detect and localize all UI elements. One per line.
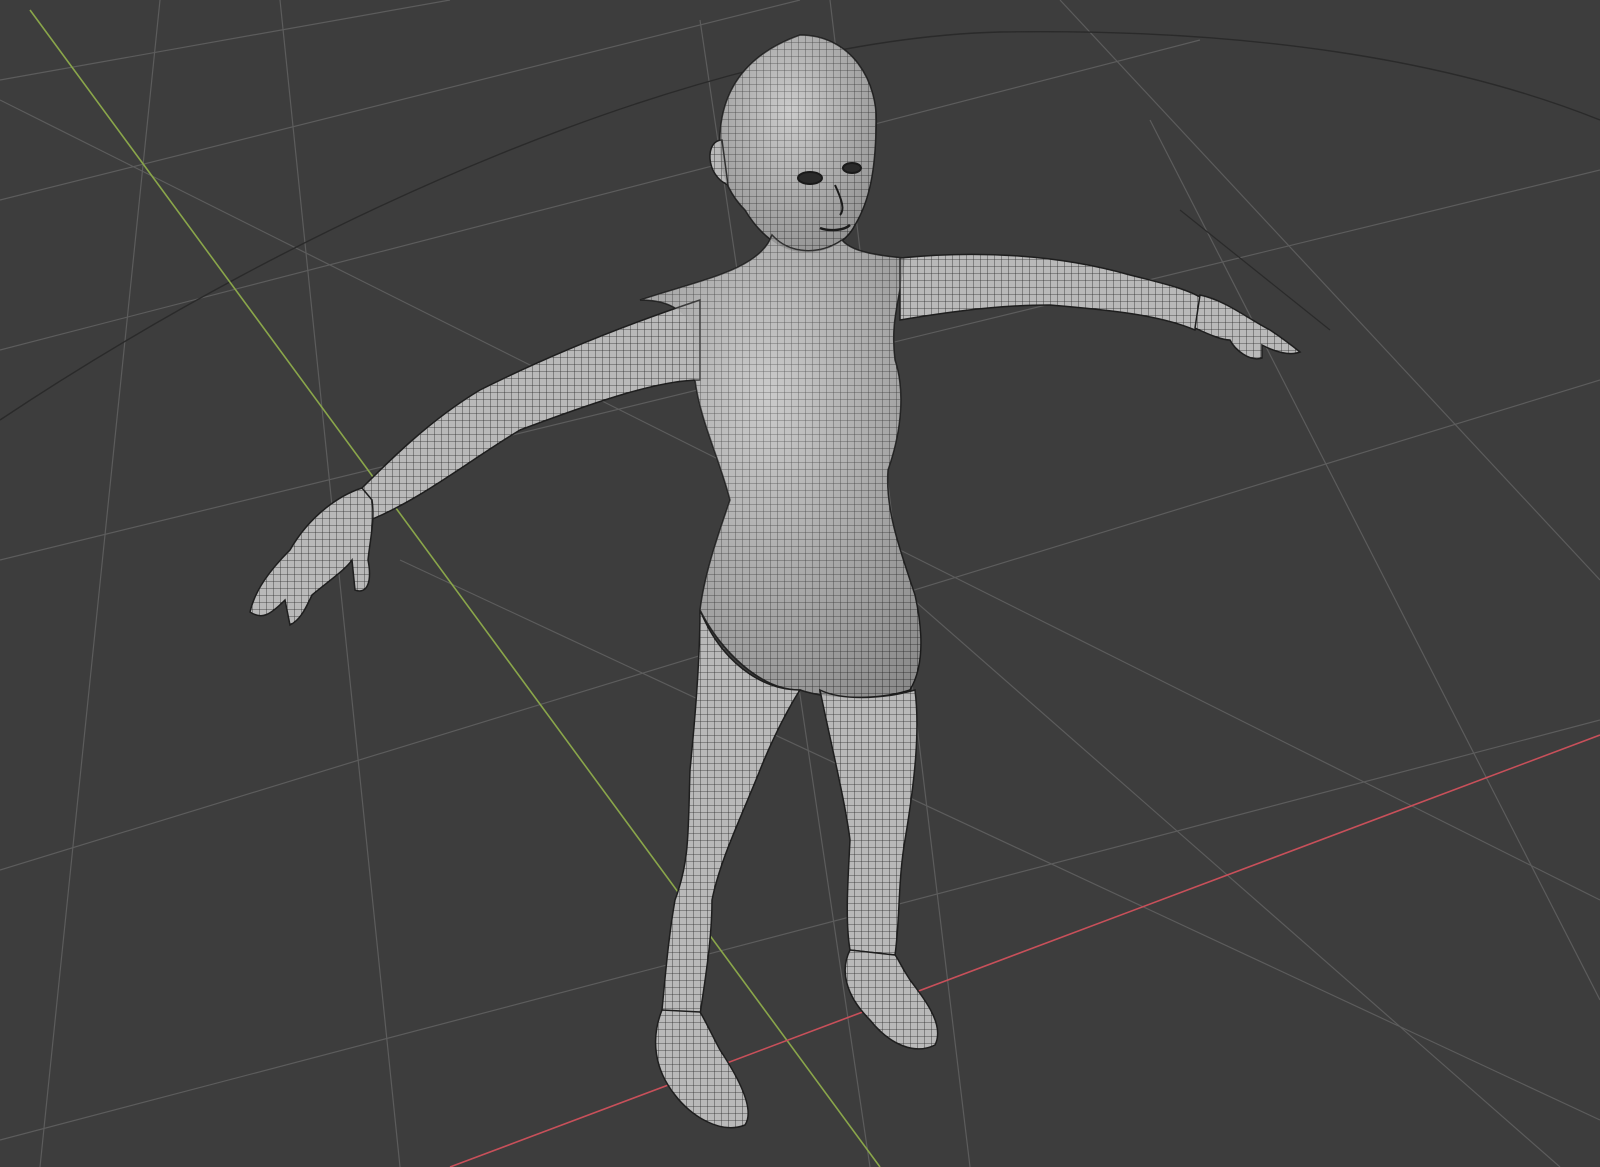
mesh-hand-right[interactable] [1194,294,1302,360]
mesh-foot-right[interactable] [844,949,939,1050]
3d-viewport[interactable] [0,0,1600,1167]
mesh-arm-left[interactable] [359,298,701,521]
viewport-canvas[interactable] [0,0,1600,1167]
mesh-leg-right[interactable] [818,688,918,956]
mesh-arm-right[interactable] [899,253,1206,332]
x-axis-line [449,734,1600,1167]
mesh-hand-left[interactable] [249,487,374,627]
character-mesh[interactable] [249,34,1302,1129]
mesh-foot-left[interactable] [654,1009,749,1129]
